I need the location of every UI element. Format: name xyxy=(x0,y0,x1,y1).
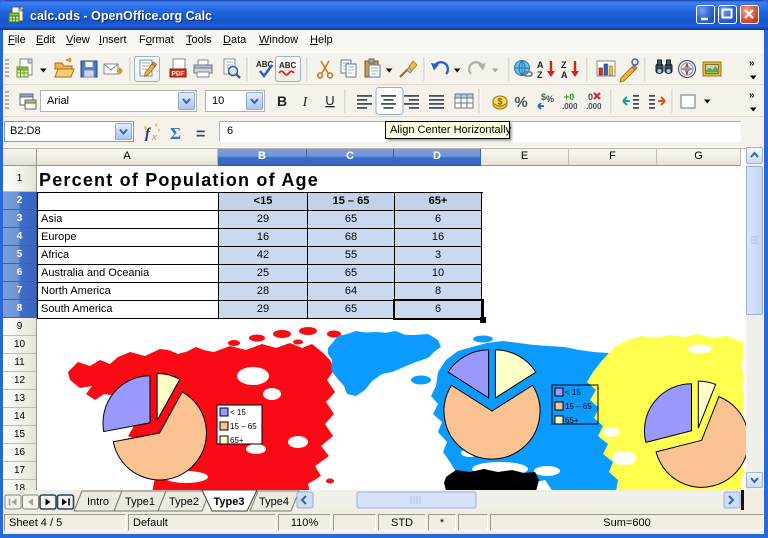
svg-text:x: x xyxy=(151,131,157,143)
svg-text:$: $ xyxy=(497,97,502,107)
svg-text:Type3: Type3 xyxy=(214,496,245,508)
svg-text:A: A xyxy=(561,70,568,80)
svg-text:+0: +0 xyxy=(564,92,574,102)
svg-text:Z: Z xyxy=(561,60,567,70)
svg-text:15 – 65: 15 – 65 xyxy=(230,422,257,431)
svg-text:ABC: ABC xyxy=(279,61,297,70)
svg-text:%: % xyxy=(514,94,527,111)
svg-text:Σ: Σ xyxy=(170,124,181,143)
svg-text:65+: 65+ xyxy=(565,416,579,425)
svg-text:Type1: Type1 xyxy=(125,496,155,508)
svg-text:»: » xyxy=(749,90,755,101)
svg-text:%: % xyxy=(546,94,554,104)
svg-text:Type4: Type4 xyxy=(259,496,289,508)
svg-text:.000: .000 xyxy=(562,102,578,111)
svg-text:< 15: < 15 xyxy=(230,408,246,417)
svg-text:f: f xyxy=(145,126,152,142)
svg-text:0: 0 xyxy=(588,92,593,102)
svg-text:Z: Z xyxy=(537,70,543,80)
svg-text:15 – 65: 15 – 65 xyxy=(565,402,592,411)
svg-text:.000: .000 xyxy=(586,102,602,111)
svg-text:»: » xyxy=(749,58,755,69)
svg-text:=: = xyxy=(196,126,205,143)
svg-text:Type2: Type2 xyxy=(169,496,199,508)
svg-text:B: B xyxy=(277,93,287,109)
svg-text:I: I xyxy=(302,95,309,110)
svg-text:Intro: Intro xyxy=(87,496,109,508)
svg-text:< 15: < 15 xyxy=(565,388,581,397)
svg-text:U: U xyxy=(325,93,334,108)
svg-text:A: A xyxy=(537,60,544,70)
svg-text:65+: 65+ xyxy=(230,436,244,445)
svg-text:PDF: PDF xyxy=(172,71,185,78)
